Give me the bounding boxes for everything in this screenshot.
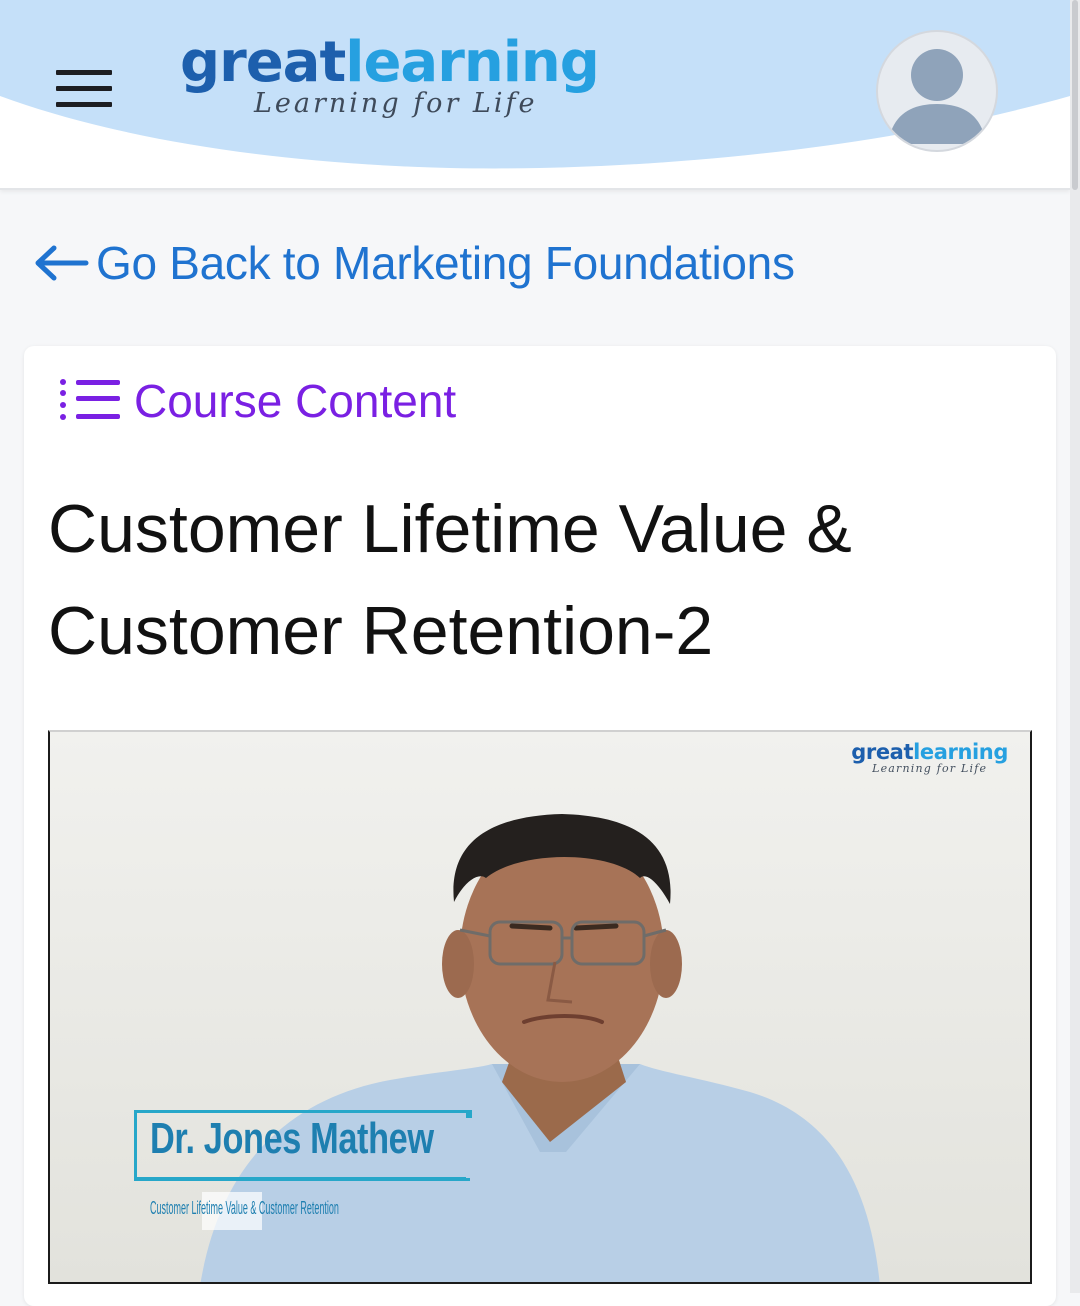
- greatlearning-logo[interactable]: greatlearning Learning for Life: [180, 28, 600, 119]
- lesson-title: Customer Lifetime Value & Customer Reten…: [48, 491, 852, 669]
- page-scrollbar[interactable]: [1070, 0, 1080, 1293]
- arrow-left-icon: [35, 245, 89, 281]
- presenter-subtitle: Customer Lifetime Value & Customer Reten…: [150, 1198, 339, 1218]
- watermark-wordmark: greatlearning: [851, 740, 1008, 764]
- video-player[interactable]: greatlearning Learning for Life Dr. Jone…: [48, 730, 1032, 1284]
- back-to-course-link[interactable]: Go Back to Marketing Foundations: [32, 236, 795, 290]
- list-icon: [60, 379, 120, 420]
- course-content-label: Course Content: [134, 375, 457, 427]
- logo-tagline: Learning for Life: [254, 88, 538, 119]
- hamburger-icon-bar: [56, 86, 112, 91]
- user-avatar-icon: [888, 49, 986, 144]
- video-watermark-logo: greatlearning Learning for Life: [851, 740, 1008, 775]
- course-content-button[interactable]: Course Content: [58, 374, 456, 428]
- user-avatar-button[interactable]: [876, 30, 998, 152]
- hamburger-icon-bar: [56, 70, 112, 75]
- scrollbar-thumb[interactable]: [1072, 0, 1078, 190]
- watermark-tagline: Learning for Life: [872, 762, 988, 775]
- lower-third-underline: [134, 1178, 470, 1181]
- app-header: greatlearning Learning for Life: [0, 0, 1070, 190]
- presenter-name: Dr. Jones Mathew: [150, 1114, 434, 1163]
- back-link-label: Go Back to Marketing Foundations: [96, 237, 795, 289]
- menu-button[interactable]: [56, 70, 112, 108]
- hamburger-icon-bar: [56, 102, 112, 107]
